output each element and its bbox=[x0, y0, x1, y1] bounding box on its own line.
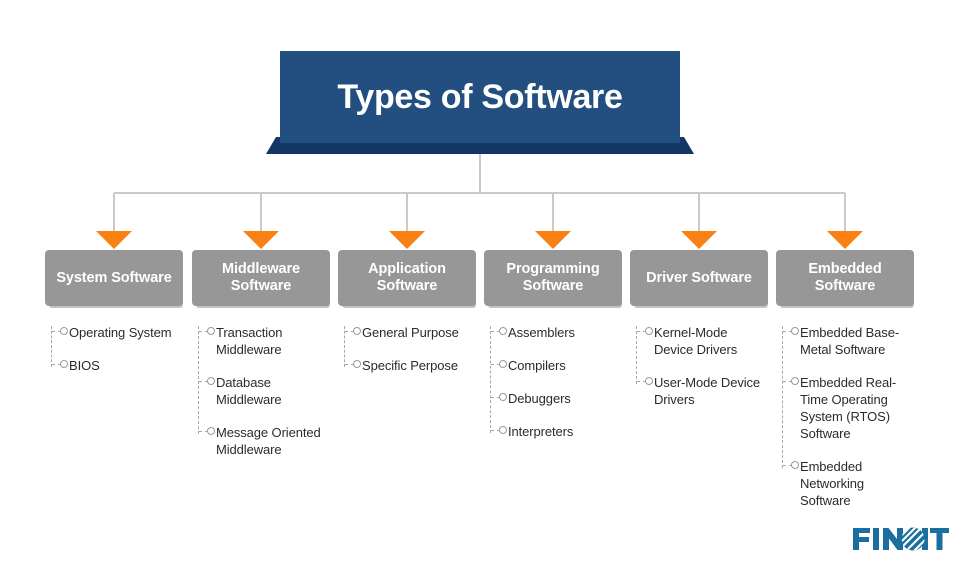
list-item[interactable]: Database Middleware bbox=[199, 374, 330, 408]
dashed-spine bbox=[198, 326, 199, 434]
list-item-label: Compilers bbox=[508, 358, 566, 373]
down-arrow-icon-2 bbox=[243, 231, 279, 249]
dashed-spine bbox=[344, 326, 345, 367]
circle-bullet-icon bbox=[645, 377, 653, 385]
dashed-spine bbox=[782, 326, 783, 468]
down-arrow-icon-1 bbox=[96, 231, 132, 249]
list-item-label: Debuggers bbox=[508, 391, 571, 406]
circle-bullet-icon bbox=[499, 426, 507, 434]
column-header: Embedded Software bbox=[776, 250, 914, 312]
list-item[interactable]: BIOS bbox=[52, 357, 183, 374]
list-item-label: Interpreters bbox=[508, 424, 574, 439]
column-item-list: Assemblers Compilers Debuggers Interpreters bbox=[484, 324, 622, 440]
circle-bullet-icon bbox=[207, 327, 215, 335]
list-item[interactable]: Specific Perpose bbox=[345, 357, 476, 374]
column-embedded-software: Embedded Software Embedded Base-Metal Sof… bbox=[776, 250, 914, 509]
column-header: System Software bbox=[45, 250, 183, 312]
column-header-box[interactable]: Embedded Software bbox=[776, 250, 914, 306]
column-header: Application Software bbox=[338, 250, 476, 312]
circle-bullet-icon bbox=[353, 360, 361, 368]
column-item-list: Kernel-Mode Device Drivers User-Mode Devi… bbox=[630, 324, 768, 408]
list-item-label: Kernel-Mode Device Drivers bbox=[654, 325, 738, 357]
list-item[interactable]: Assemblers bbox=[491, 324, 622, 341]
column-middleware-software: Middleware Software Transaction Middlewar… bbox=[192, 250, 330, 458]
column-header-label: Embedded Software bbox=[808, 261, 882, 294]
column-header: Middleware Software bbox=[192, 250, 330, 312]
column-header-box[interactable]: Driver Software bbox=[630, 250, 768, 306]
column-programming-software: Programming Software Assemblers Compilers D… bbox=[484, 250, 622, 440]
down-arrow-icon-4 bbox=[535, 231, 571, 249]
dashed-spine bbox=[490, 326, 491, 433]
list-item[interactable]: Operating System bbox=[52, 324, 183, 341]
list-item[interactable]: Debuggers bbox=[491, 390, 622, 407]
list-item-label: Embedded Base-Metal Software bbox=[800, 325, 900, 357]
column-header-label: Driver Software bbox=[646, 269, 752, 286]
circle-bullet-icon bbox=[791, 327, 799, 335]
list-item-label: Operating System bbox=[69, 325, 172, 340]
down-arrow-icon-5 bbox=[681, 231, 717, 249]
list-item[interactable]: Interpreters bbox=[491, 423, 622, 440]
dashed-spine bbox=[51, 326, 52, 367]
list-item[interactable]: Embedded Base-Metal Software bbox=[783, 324, 914, 358]
column-header: Driver Software bbox=[630, 250, 768, 312]
column-item-list: Transaction Middleware Database Middlewar… bbox=[192, 324, 330, 458]
list-item[interactable]: Transaction Middleware bbox=[199, 324, 330, 358]
list-item[interactable]: Embedded Real-Time Operating System (RTO… bbox=[783, 374, 914, 442]
circle-bullet-icon bbox=[645, 327, 653, 335]
column-header-box[interactable]: Middleware Software bbox=[192, 250, 330, 306]
list-item[interactable]: User-Mode Device Drivers bbox=[637, 374, 768, 408]
circle-bullet-icon bbox=[207, 377, 215, 385]
list-item-label: Embedded Networking Software bbox=[800, 459, 865, 508]
circle-bullet-icon bbox=[791, 461, 799, 469]
list-item[interactable]: General Purpose bbox=[345, 324, 476, 341]
list-item-label: Assemblers bbox=[508, 325, 575, 340]
types-of-software-diagram: Types of Software System Software Operati… bbox=[0, 0, 960, 567]
circle-bullet-icon bbox=[499, 327, 507, 335]
list-item-label: Embedded Real-Time Operating System (RTO… bbox=[800, 375, 897, 441]
column-driver-software: Driver Software Kernel-Mode Device Driver… bbox=[630, 250, 768, 408]
column-header-box[interactable]: Programming Software bbox=[484, 250, 622, 306]
dashed-spine bbox=[636, 326, 637, 384]
column-header-label: Application Software bbox=[368, 261, 446, 294]
list-item[interactable]: Compilers bbox=[491, 357, 622, 374]
down-arrow-icon-3 bbox=[389, 231, 425, 249]
column-header-label: Programming Software bbox=[506, 261, 600, 294]
list-item-label: Specific Perpose bbox=[362, 358, 458, 373]
banner-body: Types of Software bbox=[280, 51, 680, 143]
circle-bullet-icon bbox=[791, 377, 799, 385]
list-item-label: User-Mode Device Drivers bbox=[654, 375, 761, 407]
list-item-label: BIOS bbox=[69, 358, 100, 373]
column-item-list: Embedded Base-Metal Software Embedded Rea… bbox=[776, 324, 914, 509]
column-header-box[interactable]: Application Software bbox=[338, 250, 476, 306]
column-header-label: System Software bbox=[56, 269, 172, 286]
down-arrow-icon-6 bbox=[827, 231, 863, 249]
list-item-label: General Purpose bbox=[362, 325, 459, 340]
finoit-logo[interactable] bbox=[852, 524, 950, 554]
list-item-label: Message Oriented Middleware bbox=[216, 425, 321, 457]
title-banner: Types of Software bbox=[266, 51, 694, 154]
circle-bullet-icon bbox=[60, 327, 68, 335]
circle-bullet-icon bbox=[353, 327, 361, 335]
column-application-software: Application Software General Purpose Speci… bbox=[338, 250, 476, 374]
circle-bullet-icon bbox=[207, 427, 215, 435]
finoit-logo-icon bbox=[853, 527, 949, 551]
list-item[interactable]: Message Oriented Middleware bbox=[199, 424, 330, 458]
list-item[interactable]: Embedded Networking Software bbox=[783, 458, 914, 509]
column-header-box[interactable]: System Software bbox=[45, 250, 183, 306]
circle-bullet-icon bbox=[60, 360, 68, 368]
column-item-list: General Purpose Specific Perpose bbox=[338, 324, 476, 374]
circle-bullet-icon bbox=[499, 393, 507, 401]
list-item[interactable]: Kernel-Mode Device Drivers bbox=[637, 324, 768, 358]
list-item-label: Transaction Middleware bbox=[216, 325, 283, 357]
column-header: Programming Software bbox=[484, 250, 622, 312]
column-header-label: Middleware Software bbox=[222, 261, 300, 294]
list-item-label: Database Middleware bbox=[216, 375, 282, 407]
arrow-markers bbox=[96, 231, 863, 249]
circle-bullet-icon bbox=[499, 360, 507, 368]
column-item-list: Operating System BIOS bbox=[45, 324, 183, 374]
column-system-software: System Software Operating System BIOS bbox=[45, 250, 183, 374]
page-title: Types of Software bbox=[337, 78, 623, 116]
